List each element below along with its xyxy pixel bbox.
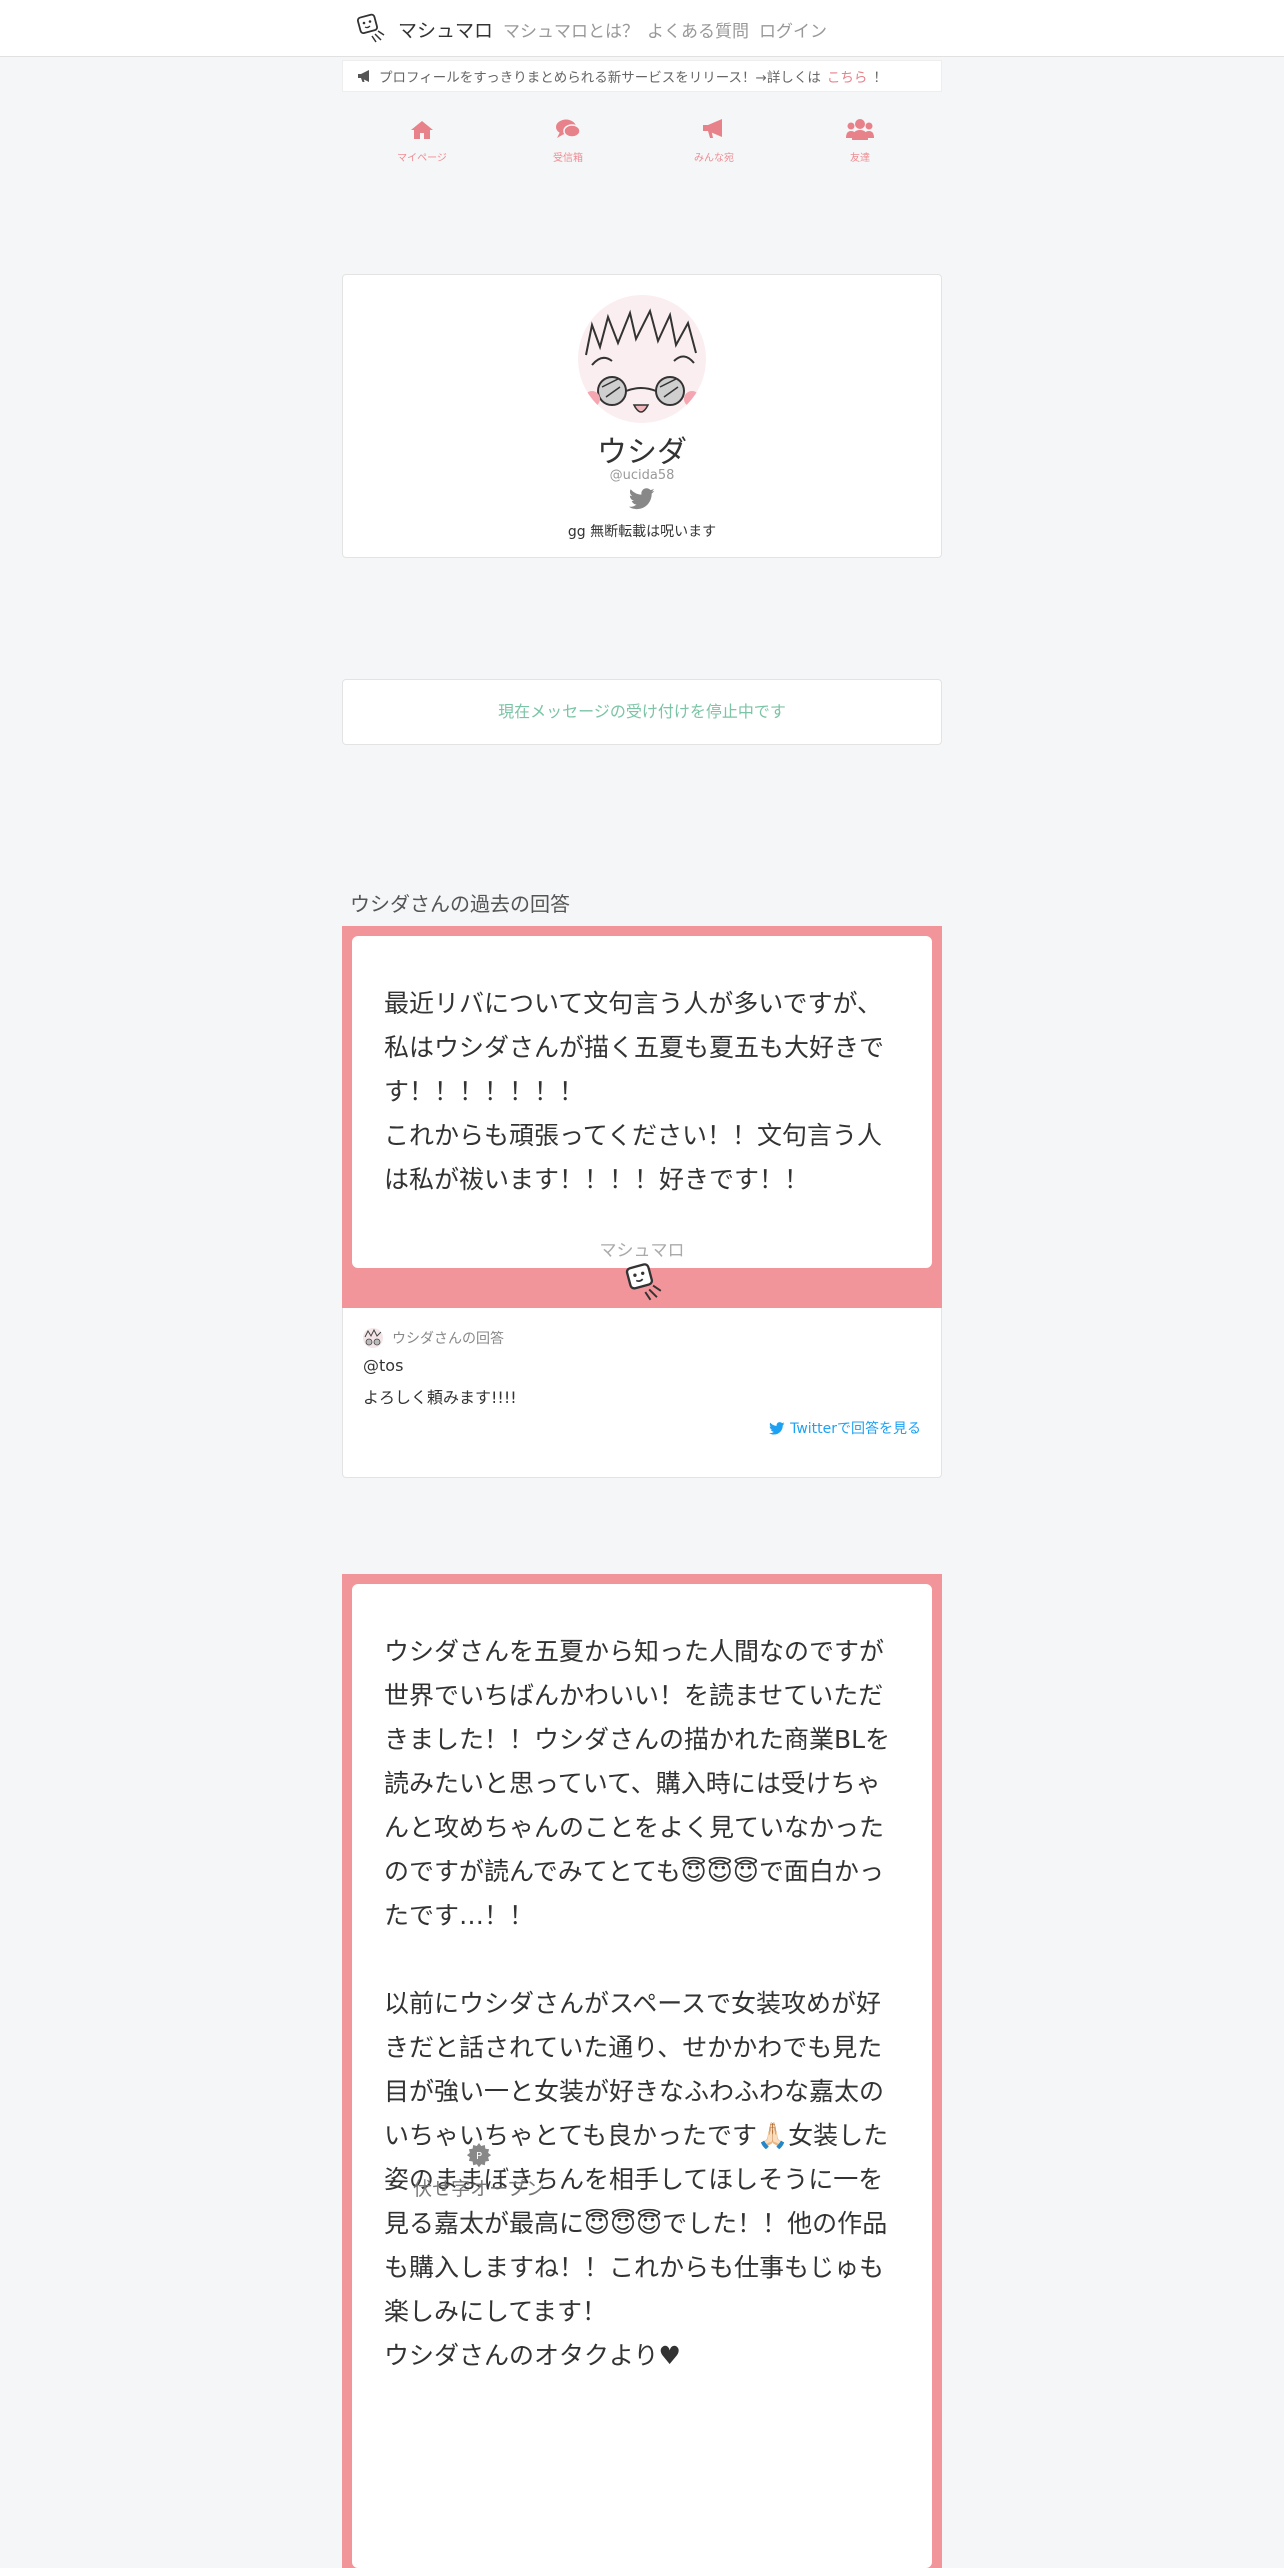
comments-icon bbox=[556, 119, 581, 138]
svg-text:P: P bbox=[476, 2151, 482, 2162]
marshmallow-text: 最近リバについて文句言う人が多いですが、私はウシダさんが描く五夏も夏五も大好きで… bbox=[384, 989, 885, 1194]
profile-handle: @ucida58 bbox=[609, 468, 675, 483]
spoiler-open-button[interactable]: P 伏せ字オープン bbox=[404, 2142, 554, 2201]
tab-inbox[interactable]: 受信箱 bbox=[518, 112, 618, 164]
gear-icon: P bbox=[466, 2143, 492, 2168]
announcement-link[interactable]: こちら bbox=[827, 66, 868, 86]
twitter-link-label: Twitterで回答を見る bbox=[790, 1421, 921, 1437]
twitter-icon[interactable] bbox=[629, 488, 655, 510]
nav-login-link[interactable]: ログイン bbox=[759, 17, 827, 42]
nav-faq-link[interactable]: よくある質問 bbox=[647, 17, 749, 42]
home-icon bbox=[411, 121, 433, 139]
profile-bio: gg 無断転載は呪います bbox=[567, 524, 717, 540]
tab-friends[interactable]: 友達 bbox=[810, 112, 910, 164]
spoiler-open-label: 伏せ字オープン bbox=[413, 2178, 545, 2200]
status-message: 現在メッセージの受け付けを停止中です bbox=[342, 679, 942, 745]
twitter-icon bbox=[769, 1421, 785, 1435]
profile-avatar[interactable] bbox=[578, 295, 706, 423]
answer-header: ウシダさんの回答 bbox=[363, 1328, 504, 1348]
past-answers-title: ウシダさんの過去の回答 bbox=[350, 892, 570, 916]
marshmallow-logo-icon bbox=[356, 13, 385, 43]
marshmallow-text: ウシダさんを五夏から知った人間なのですが世界でいちばんかわいい！を読ませていただ… bbox=[384, 1637, 891, 2370]
brand[interactable]: マシュマロ bbox=[354, 12, 493, 46]
profile-card: ウシダ @ucida58 gg 無断転載は呪います bbox=[342, 274, 942, 558]
tab-mypage[interactable]: マイページ bbox=[372, 112, 472, 164]
tab-label: 受信箱 bbox=[553, 153, 583, 164]
marshmallow-logo-icon bbox=[625, 1263, 662, 1301]
view-on-twitter-link[interactable]: Twitterで回答を見る bbox=[769, 1418, 921, 1438]
marshmallow-body: ウシダさんを五夏から知った人間なのですが世界でいちばんかわいい！を読ませていただ… bbox=[352, 1584, 932, 2568]
navbar: マシュマロ マシュマロとは？ よくある質問 ログイン bbox=[0, 0, 1284, 57]
marshmallow-card[interactable]: 最近リバについて文句言う人が多いですが、私はウシダさんが描く五夏も夏五も大好きで… bbox=[342, 926, 942, 1308]
nav-about-link[interactable]: マシュマロとは？ bbox=[503, 17, 639, 42]
answer-line: よろしく頼みます!!!! bbox=[363, 1388, 517, 1407]
answer-avatar bbox=[363, 1328, 383, 1348]
brand-name: マシュマロ bbox=[398, 19, 494, 42]
tab-everyone[interactable]: みんな宛 bbox=[664, 112, 764, 164]
marshmallow-body: 最近リバについて文句言う人が多いですが、私はウシダさんが描く五夏も夏五も大好きで… bbox=[352, 936, 932, 1268]
answer-label: ウシダさんの回答 bbox=[392, 1331, 504, 1347]
marshmallow-card[interactable]: ウシダさんを五夏から知った人間なのですが世界でいちばんかわいい！を読ませていただ… bbox=[342, 1574, 942, 2568]
profile-name: ウシダ bbox=[597, 435, 687, 470]
tab-label: 友達 bbox=[850, 153, 870, 164]
tab-label: みんな宛 bbox=[694, 153, 734, 164]
users-icon bbox=[846, 119, 874, 140]
megaphone-icon bbox=[358, 70, 369, 82]
megaphone-icon bbox=[703, 119, 722, 138]
answer-card: ウシダさんの回答 @tos よろしく頼みます!!!! Twitterで回答を見る bbox=[342, 1308, 942, 1478]
tab-bar: マイページ 受信箱 みんな宛 友達 bbox=[342, 112, 942, 170]
tab-label: マイページ bbox=[397, 153, 447, 164]
announcement-suffix: ！ bbox=[873, 70, 887, 86]
marshmallow-footer: マシュマロ bbox=[599, 1241, 685, 1261]
announcement-bar: プロフィールをすっきりまとめられる新サービスをリリース！→詳しくは こちら ！ bbox=[342, 60, 942, 92]
avatar-illustration bbox=[578, 295, 706, 423]
announcement-text: プロフィールをすっきりまとめられる新サービスをリリース！→詳しくは bbox=[379, 70, 821, 86]
answer-line: @tos bbox=[363, 1356, 404, 1375]
